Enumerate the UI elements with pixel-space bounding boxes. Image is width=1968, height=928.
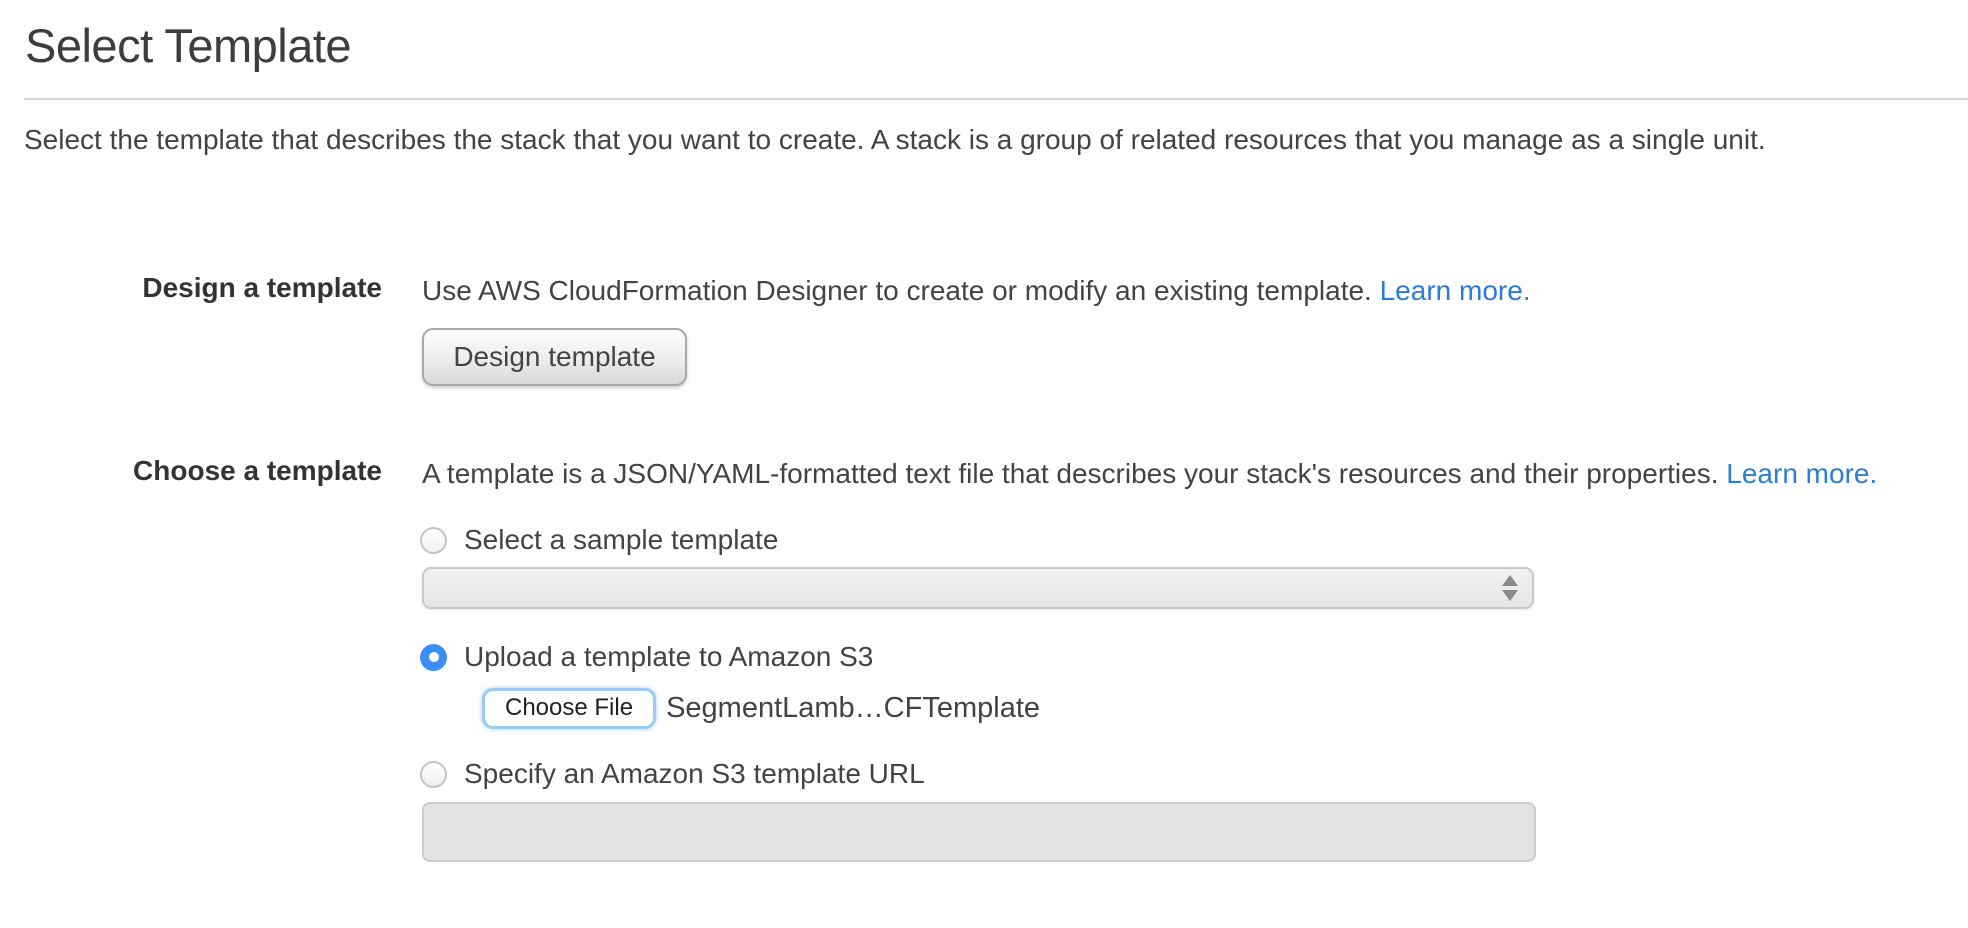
choose-template-label: Choose a template — [24, 455, 382, 487]
url-template-radio[interactable] — [420, 761, 447, 788]
sample-template-select[interactable] — [422, 567, 1534, 609]
upload-template-option[interactable]: Upload a template to Amazon S3 — [420, 641, 873, 673]
url-template-option[interactable]: Specify an Amazon S3 template URL — [420, 758, 925, 790]
s3-template-url-input[interactable] — [422, 802, 1536, 862]
uploaded-file-name: SegmentLamb…CFTemplate — [666, 692, 1040, 725]
choose-template-description: A template is a JSON/YAML-formatted text… — [422, 455, 1877, 492]
page-title: Select Template — [25, 18, 351, 73]
upload-template-radio-label[interactable]: Upload a template to Amazon S3 — [464, 641, 873, 673]
choose-file-button[interactable]: Choose File — [482, 688, 656, 729]
design-template-description: Use AWS CloudFormation Designer to creat… — [422, 272, 1531, 309]
select-template-page: Select Template Select the template that… — [0, 0, 1968, 928]
design-template-label: Design a template — [24, 272, 382, 304]
choose-learn-more-link[interactable]: Learn more. — [1726, 458, 1877, 489]
sample-template-radio-label[interactable]: Select a sample template — [464, 524, 778, 556]
arrow-down-icon — [1502, 590, 1518, 601]
upload-template-radio[interactable] — [420, 644, 447, 671]
design-template-button[interactable]: Design template — [422, 328, 687, 386]
file-upload-row: Choose File SegmentLamb…CFTemplate — [482, 688, 1040, 729]
arrow-up-icon — [1502, 575, 1518, 586]
up-down-arrows-icon — [1502, 575, 1518, 601]
choose-description-text: A template is a JSON/YAML-formatted text… — [422, 458, 1719, 489]
sample-template-option[interactable]: Select a sample template — [420, 524, 778, 556]
url-template-radio-label[interactable]: Specify an Amazon S3 template URL — [464, 758, 925, 790]
title-divider — [24, 98, 1968, 100]
sample-template-radio[interactable] — [420, 527, 447, 554]
page-description: Select the template that describes the s… — [24, 121, 1766, 158]
design-description-text: Use AWS CloudFormation Designer to creat… — [422, 275, 1372, 306]
design-learn-more-link[interactable]: Learn more. — [1380, 275, 1531, 306]
